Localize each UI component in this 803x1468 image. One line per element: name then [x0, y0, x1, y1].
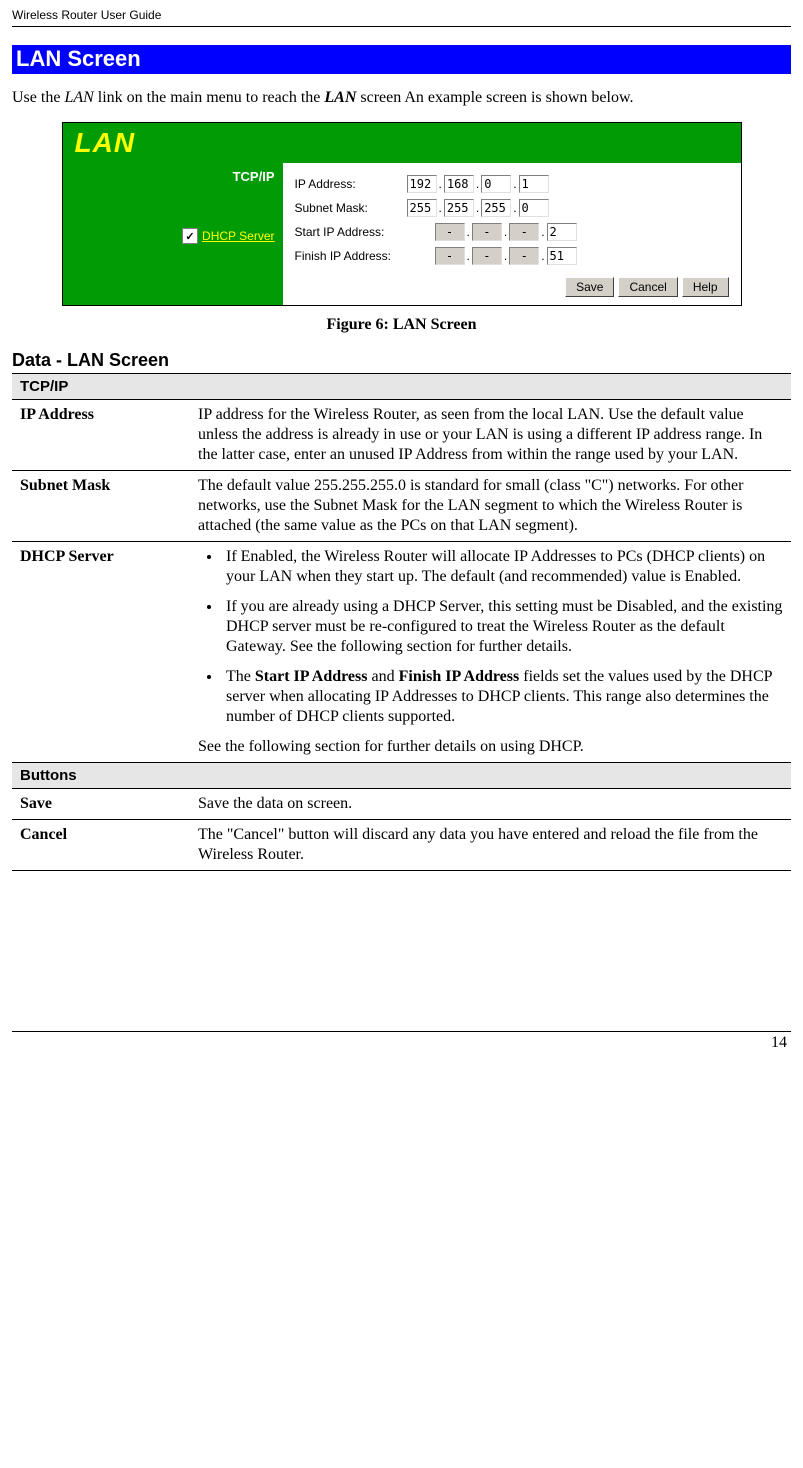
intro-lan1: LAN	[64, 89, 93, 106]
dhcp-checkbox-row[interactable]: ✓ DHCP Server	[71, 228, 275, 244]
mask-octet-4[interactable]: 0	[519, 199, 549, 217]
finish-octet-4[interactable]: 51	[547, 247, 577, 265]
sidebar-tcpip-label: TCP/IP	[71, 169, 275, 184]
finish-octet-3: -	[509, 247, 539, 265]
table-group-tcpip: TCP/IP	[12, 374, 791, 400]
table-group-buttons: Buttons	[12, 763, 791, 789]
finish-ip-label: Finish IP Address:	[295, 249, 435, 263]
row-desc-mask: The default value 255.255.255.0 is stand…	[190, 471, 791, 542]
section-title: LAN Screen	[12, 45, 791, 74]
table-row: Cancel The "Cancel" button will discard …	[12, 820, 791, 871]
table-row: IP Address IP address for the Wireless R…	[12, 400, 791, 471]
ip-address-label: IP Address:	[295, 177, 407, 191]
screenshot-titlebar: LAN	[63, 123, 741, 163]
start-octet-4[interactable]: 2	[547, 223, 577, 241]
doc-header: Wireless Router User Guide	[12, 8, 791, 22]
row-label-cancel: Cancel	[12, 820, 190, 871]
screenshot-sidebar: TCP/IP ✓ DHCP Server	[63, 163, 283, 305]
intro-lan2: LAN	[324, 89, 356, 106]
start-octet-3: -	[509, 223, 539, 241]
start-ip-label: Start IP Address:	[295, 225, 435, 239]
finish-octet-2: -	[472, 247, 502, 265]
intro-text: Use the	[12, 89, 64, 106]
dhcp-server-link[interactable]: DHCP Server	[202, 229, 274, 243]
help-button[interactable]: Help	[682, 277, 729, 297]
intro-text: screen An example screen is shown below.	[356, 89, 633, 106]
header-rule	[12, 26, 791, 27]
row-desc-dhcp: If Enabled, the Wireless Router will all…	[190, 542, 791, 763]
subsection-heading: Data - LAN Screen	[12, 350, 791, 371]
dhcp-bullet-3: The Start IP Address and Finish IP Addre…	[222, 667, 783, 727]
start-octet-2: -	[472, 223, 502, 241]
finish-octet-1: -	[435, 247, 465, 265]
page-number: 14	[12, 1034, 791, 1052]
mask-octet-2[interactable]: 255	[444, 199, 474, 217]
dhcp-bullet-2: If you are already using a DHCP Server, …	[222, 597, 783, 657]
table-row: Save Save the data on screen.	[12, 789, 791, 820]
lan-screenshot: LAN TCP/IP ✓ DHCP Server IP Address: 192…	[62, 122, 742, 306]
data-table: TCP/IP IP Address IP address for the Wir…	[12, 373, 791, 871]
row-desc-save: Save the data on screen.	[190, 789, 791, 820]
dhcp-footnote: See the following section for further de…	[198, 738, 584, 755]
row-desc-ip: IP address for the Wireless Router, as s…	[190, 400, 791, 471]
mask-octet-3[interactable]: 255	[481, 199, 511, 217]
row-label-dhcp: DHCP Server	[12, 542, 190, 763]
cancel-button[interactable]: Cancel	[618, 277, 677, 297]
subnet-mask-label: Subnet Mask:	[295, 201, 407, 215]
row-label-ip: IP Address	[12, 400, 190, 471]
intro-text: link on the main menu to reach the	[94, 89, 325, 106]
screenshot-main: IP Address: 192. 168. 0. 1 Subnet Mask: …	[283, 163, 741, 305]
table-row: DHCP Server If Enabled, the Wireless Rou…	[12, 542, 791, 763]
dhcp-checkbox[interactable]: ✓	[182, 228, 198, 244]
row-desc-cancel: The "Cancel" button will discard any dat…	[190, 820, 791, 871]
save-button[interactable]: Save	[565, 277, 614, 297]
row-label-save: Save	[12, 789, 190, 820]
screenshot-title: LAN	[75, 127, 285, 159]
ip-octet-2[interactable]: 168	[444, 175, 474, 193]
figure-caption: Figure 6: LAN Screen	[12, 316, 791, 334]
footer-rule	[12, 1031, 791, 1032]
row-label-mask: Subnet Mask	[12, 471, 190, 542]
ip-octet-3[interactable]: 0	[481, 175, 511, 193]
table-row: Subnet Mask The default value 255.255.25…	[12, 471, 791, 542]
ip-octet-4[interactable]: 1	[519, 175, 549, 193]
intro-paragraph: Use the LAN link on the main menu to rea…	[12, 88, 791, 108]
start-octet-1: -	[435, 223, 465, 241]
dhcp-bullet-1: If Enabled, the Wireless Router will all…	[222, 547, 783, 587]
ip-octet-1[interactable]: 192	[407, 175, 437, 193]
mask-octet-1[interactable]: 255	[407, 199, 437, 217]
